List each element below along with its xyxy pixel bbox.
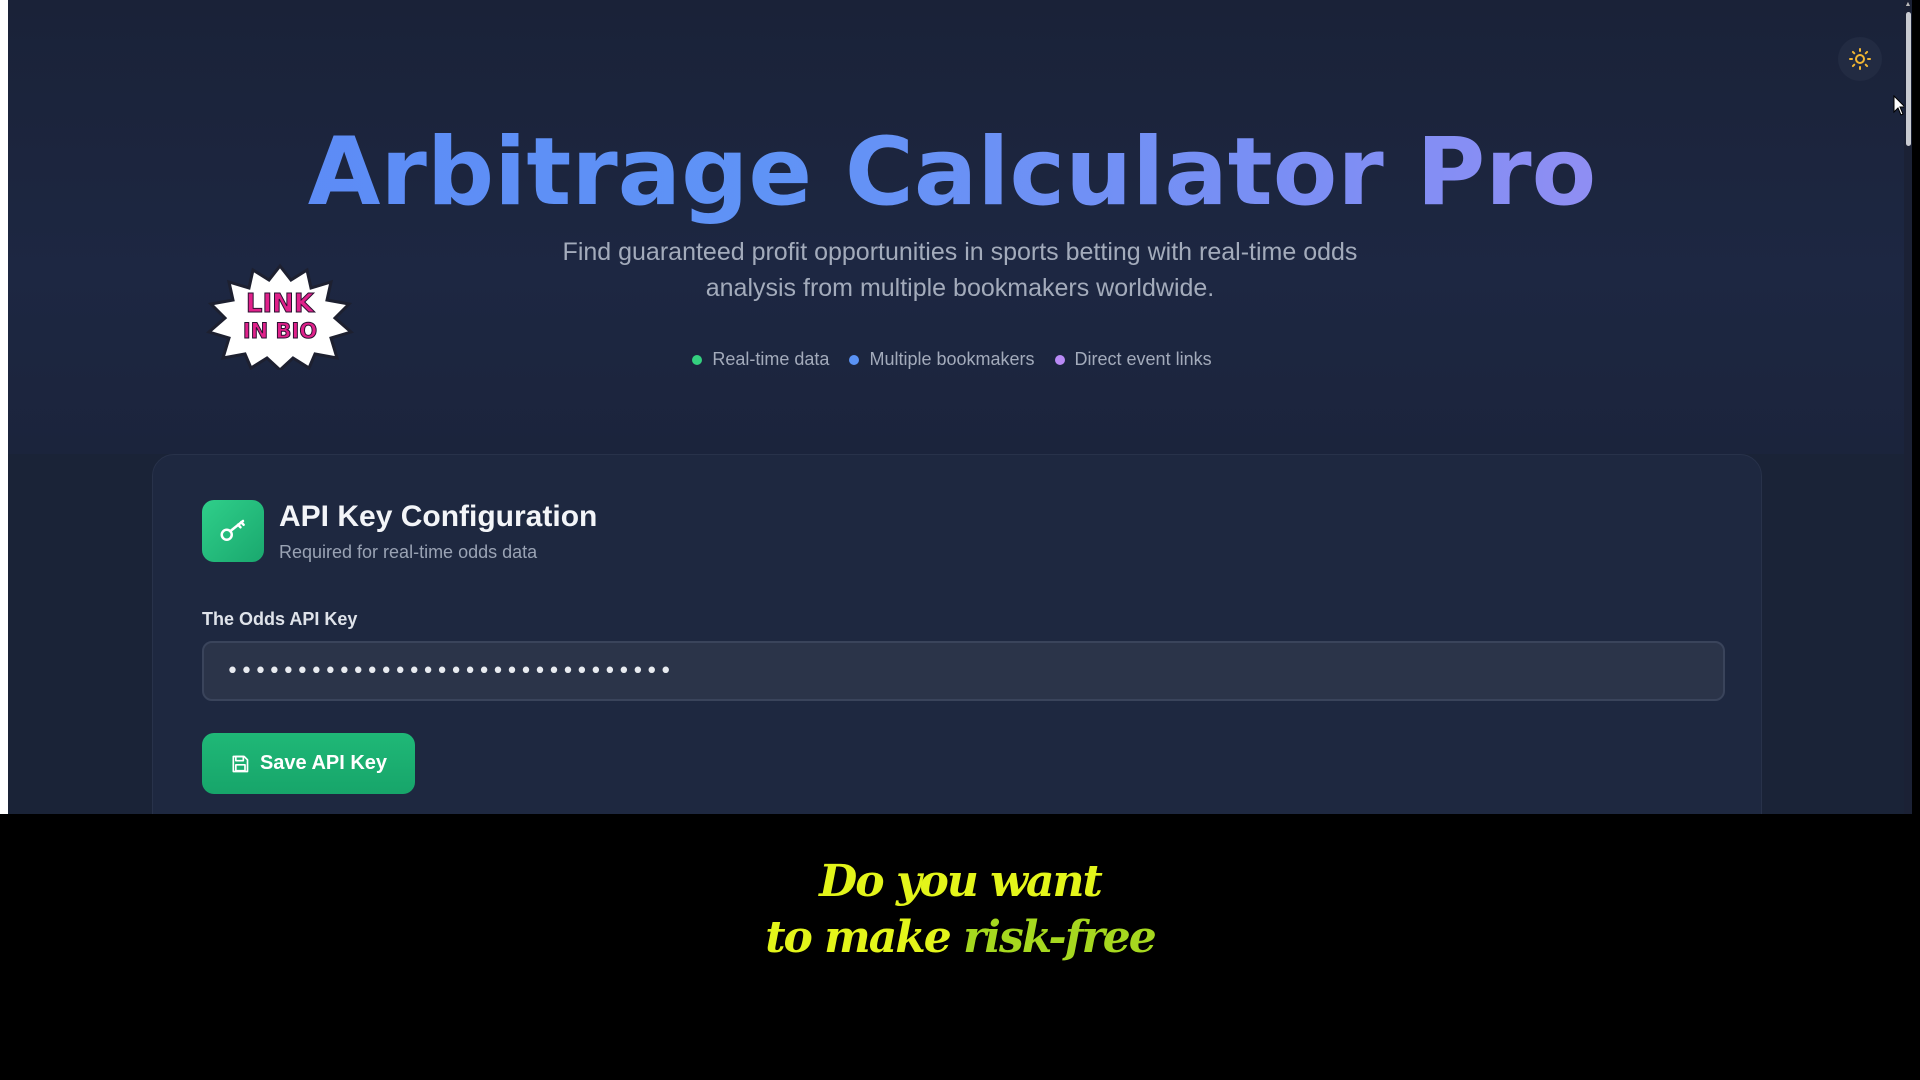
caption-line1: Do you want xyxy=(819,856,1103,907)
sticker-line2: IN BIO xyxy=(243,319,317,343)
purple-dot-icon xyxy=(1054,354,1065,365)
green-dot-icon xyxy=(692,354,703,365)
hero-section xyxy=(8,0,1912,454)
key-icon-badge xyxy=(202,500,264,562)
scroll-up-arrow-icon[interactable]: ▲ xyxy=(1904,0,1912,10)
api-key-label: The Odds API Key xyxy=(202,609,358,629)
page-subtitle: Find guaranteed profit opportunities in … xyxy=(562,238,1358,302)
feature-item: Direct event links xyxy=(1054,349,1212,370)
scrollbar-thumb[interactable] xyxy=(1906,12,1911,146)
save-icon xyxy=(232,755,249,772)
feature-item: Multiple bookmakers xyxy=(849,349,1035,370)
blue-dot-icon xyxy=(849,354,860,365)
caption-line2: to make risk-free xyxy=(0,912,1920,963)
feature-label: Direct event links xyxy=(1074,349,1212,369)
sticker-line1: LINK xyxy=(246,289,315,319)
card-title: API Key Configuration xyxy=(279,500,598,533)
key-icon xyxy=(220,519,245,541)
link-in-bio-sticker: LINK IN BIO xyxy=(205,263,355,370)
page-title: Arbitrage Calculator Pro xyxy=(0,118,1904,227)
caption-line2-b: risk-free xyxy=(963,912,1157,963)
caption-line2-a: to make xyxy=(765,912,952,963)
save-button-label: Save API Key xyxy=(259,752,388,774)
feature-item: Real-time data xyxy=(692,349,829,370)
api-key-input[interactable] xyxy=(202,641,1725,701)
theme-toggle-button[interactable] xyxy=(1838,37,1882,81)
feature-label: Multiple bookmakers xyxy=(869,349,1035,369)
feature-label: Real-time data xyxy=(712,349,830,369)
sun-icon xyxy=(1849,48,1871,70)
card-subtitle: Required for real-time odds data xyxy=(279,542,538,562)
save-api-key-button[interactable]: Save API Key xyxy=(202,733,415,794)
